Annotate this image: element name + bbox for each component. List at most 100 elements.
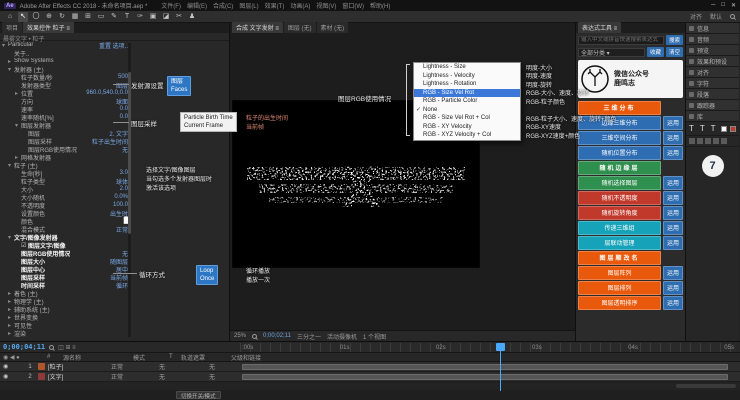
minimize-icon[interactable]: ─ [711,2,715,9]
dock-panel-header[interactable]: 预览 [686,45,739,56]
search-icon[interactable] [730,14,735,19]
panel-tab[interactable]: 素材 (无) [317,22,349,33]
layer-color-chip[interactable] [38,373,45,380]
effect-property-row[interactable]: 图层大小 随图层 [0,257,132,265]
property-value[interactable]: 球面 [116,97,128,106]
apply-chip-button[interactable]: 运用 [663,131,683,145]
dock-panel-header[interactable]: 效果和预设 [686,56,739,67]
layer-name[interactable]: [粒子] [48,362,111,371]
layer-row[interactable]: ◉ 1 [粒子] 正常 无 无 [0,362,740,372]
dock-panel-header[interactable]: 音频 [686,34,739,45]
tool-icon[interactable]: ✎ [109,12,119,22]
viewer-timecode[interactable]: 0;00;02;11 [263,333,291,339]
dropdown-option[interactable]: RGB - Size Vel Rot RGB-大小、速度、旋转 [414,89,520,98]
effect-property-row[interactable]: ▾ 发射器 (主) [0,65,132,73]
menu-item[interactable]: 图层(L) [239,1,258,10]
dock-panel-header[interactable]: 信息 [686,23,739,34]
menu-item[interactable]: 效果(T) [265,1,285,10]
timeline-filter-icons[interactable]: ◫ ⊞ ≡ [58,344,76,351]
layer-blend-mode[interactable]: 正常 [111,362,147,371]
script-action-button[interactable]: 随机位置分布 [578,146,661,160]
maximize-icon[interactable]: □ [721,2,725,9]
visibility-eye-icon[interactable]: ◉ [0,373,22,380]
property-value[interactable]: 960.0,540.0,0.0 [86,90,128,96]
toggle-switches-modes-button[interactable]: 切换开关/模式 [176,391,221,399]
script-action-button[interactable]: 随机旋转角度 [578,206,661,220]
camera-select[interactable]: 活动摄像机 [327,332,357,341]
view-layout-select[interactable]: 1 个视图 [363,332,386,341]
panel-tab[interactable]: 效果控件 粒子 ≡ [23,22,74,33]
layer-name[interactable]: [文字] [48,372,111,381]
script-action-button[interactable]: 随机不透明度 [578,191,661,205]
trkmat-header[interactable]: 轨道遮罩 [178,353,228,362]
magnify-icon[interactable] [252,334,257,339]
layer-color-chip[interactable] [38,363,45,370]
menu-item[interactable]: 文件(F) [161,1,181,10]
dock-panel-header[interactable]: 字符 [686,78,739,89]
effect-property-row[interactable]: 颜色 █ [0,217,132,225]
tool-icon[interactable]: ▦ [70,12,80,22]
dropdown-option[interactable]: ✓ None [414,106,520,115]
effect-property-row[interactable]: 大小随机 0.0% [0,193,132,201]
script-action-button[interactable]: 随机边缘层 [578,161,661,175]
script-action-button[interactable]: 图层透明排序 [578,296,661,310]
script-action-button[interactable]: 图层排列 [578,281,661,295]
script-action-button[interactable]: 层联动管理 [578,236,661,250]
tool-icon[interactable]: ↖ [18,12,28,22]
layer-track-matte[interactable]: 无 [159,372,209,381]
effect-property-row[interactable]: 粒子数量/秒 500 [0,73,132,81]
script-action-button[interactable]: 三维空间分布 [578,131,661,145]
menu-item[interactable]: 视图(V) [316,1,336,10]
effect-property-row[interactable]: 图层RGB使用情况 无 [0,145,132,153]
align-icons[interactable] [689,138,727,144]
search-button[interactable]: 搜索 [666,35,683,45]
current-timecode[interactable]: 0;00;04;11 [3,343,45,351]
apply-chip-button[interactable]: 运用 [663,281,683,295]
dock-panel-header[interactable]: 库 [686,111,739,122]
effect-property-row[interactable]: 设置颜色 出生时 [0,209,132,217]
script-action-button[interactable]: 三维分布 [578,101,661,115]
apply-chip-button[interactable]: 运用 [663,176,683,190]
tool-icon[interactable]: ↻ [57,12,67,22]
menu-item[interactable]: 动画(A) [290,1,310,10]
dropdown-option[interactable]: RGB - XYZ Velocity + Col RGB-XYZ速度+颜色 [414,131,520,140]
apply-chip-button[interactable]: 运用 [663,221,683,235]
timeline-search-icon[interactable] [49,345,54,350]
effect-property-row[interactable]: 图层采样 当前帧 [0,273,132,281]
dock-panel-header[interactable]: 对齐 [686,67,739,78]
dropdown-option[interactable]: Lightness - Rotation 明度-旋转 [414,80,520,89]
parent-link-header[interactable]: 父级和链接 [228,353,292,362]
tool-icon[interactable]: ♟ [187,12,197,22]
effect-property-row[interactable]: ▸ 渲染 [0,329,132,337]
dropdown-option[interactable]: RGB - XY Velocity RGB-XY速度 [414,123,520,132]
type-styles-preview[interactable]: T T T [689,124,718,133]
property-value[interactable]: 重置 选项.. [99,41,128,50]
snap-toggle[interactable]: 对齐 [690,12,702,21]
dropdown-option[interactable]: RGB - Particle Color RGB-粒子颜色 [414,97,520,106]
property-value[interactable]: 0.0% [114,194,128,200]
layer-blend-mode[interactable]: 正常 [111,372,147,381]
property-value[interactable]: 2.0 [120,186,128,192]
script-action-button[interactable]: 传递三维组 [578,221,661,235]
property-value[interactable]: 100.0 [113,202,128,208]
panel-tab[interactable]: 表达式工具 ≡ [578,22,621,33]
effect-property-row[interactable]: ▾ 文字/图像发射器 [0,233,132,241]
property-value[interactable]: 出生时 [110,209,128,218]
property-value[interactable]: 图层 [116,81,128,90]
dropdown-option[interactable]: Lightness - Velocity 明度-速度 [414,72,520,81]
effect-property-row[interactable]: 生命[秒] 3.0 [0,169,132,177]
menu-item[interactable]: 窗口(W) [342,1,364,10]
property-value[interactable]: 循环 [116,281,128,290]
playhead-handle[interactable] [496,343,505,351]
tool-icon[interactable]: ⊕ [44,12,54,22]
tool-icon[interactable]: ⌂ [5,12,15,22]
property-value[interactable]: 球体 [116,177,128,186]
apply-chip-button[interactable]: 运用 [663,206,683,220]
effect-property-row[interactable]: ▸ 位置 960.0,540.0,0.0 [0,89,132,97]
apply-chip-button[interactable]: 运用 [663,236,683,250]
tool-icon[interactable]: T [122,12,132,22]
mode-header[interactable]: 模式 [130,353,166,362]
effect-property-row[interactable]: 关于.. [0,49,132,57]
effect-property-row[interactable]: 速率 0.0 [0,105,132,113]
tool-icon[interactable]: ▣ [148,12,158,22]
